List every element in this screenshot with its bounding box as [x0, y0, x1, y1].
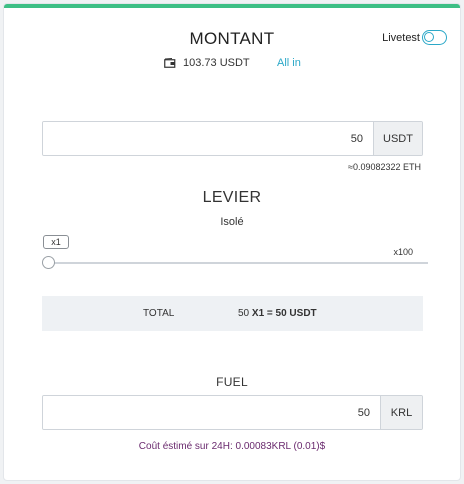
levier-title: LEVIER: [202, 189, 262, 206]
leverage-order-card: MONTANT Livetest 103.73 USDT All in USDT…: [3, 3, 461, 481]
balance-display: 103.73 USDT: [164, 57, 250, 69]
wallet-icon: [164, 58, 176, 68]
eth-equivalent: ≈0.09082322 ETH: [348, 162, 421, 172]
balance-amount: 103.73 USDT: [183, 57, 250, 69]
all-in-link[interactable]: All in: [277, 57, 301, 69]
livetest-label: Livetest: [382, 32, 420, 44]
montant-input-group: USDT: [42, 121, 423, 156]
leverage-max-label: x100: [393, 247, 413, 257]
total-multiplier: X1 = 50 USDT: [251, 308, 317, 319]
estimated-cost-text: Coût éstimé sur 24H: 0.00083KRL (0.01)$: [138, 441, 326, 452]
total-summary: TOTAL 50 X1 = 50 USDT: [42, 296, 423, 331]
fuel-unit: KRL: [380, 396, 422, 429]
fuel-title: FUEL: [216, 375, 248, 389]
montant-input[interactable]: [43, 122, 373, 155]
total-value: 50 X1 = 50 USDT: [238, 308, 317, 319]
toggle-knob: [424, 32, 434, 42]
leverage-value-badge: x1: [43, 235, 69, 249]
total-amount: 50: [238, 308, 250, 319]
top-accent-bar: [4, 4, 460, 8]
livetest-toggle[interactable]: [422, 30, 447, 45]
leverage-slider-track[interactable]: [48, 262, 428, 264]
fuel-input[interactable]: [43, 396, 380, 429]
margin-mode-label: Isolé: [220, 216, 244, 228]
montant-unit: USDT: [373, 122, 422, 155]
fuel-input-group: KRL: [42, 395, 423, 430]
total-label: TOTAL: [143, 308, 175, 319]
leverage-slider-handle[interactable]: [41, 256, 55, 269]
